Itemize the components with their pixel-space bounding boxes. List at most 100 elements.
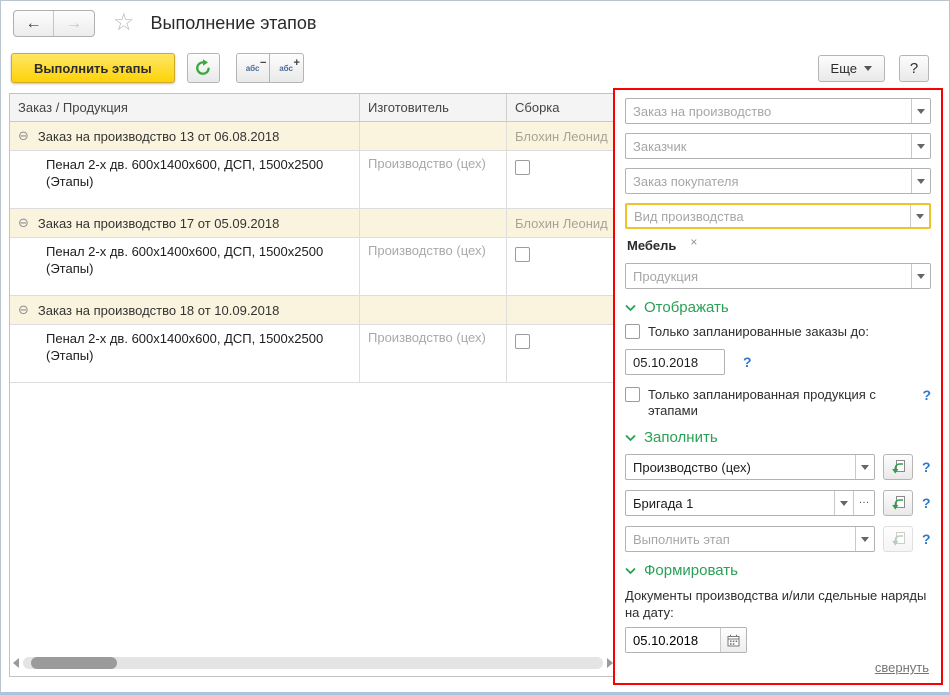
execute-stages-button[interactable]: Выполнить этапы [11,53,175,83]
assembler-name: Блохин Леонид [515,215,608,231]
only-planned-products-label: Только запланированная продукция с этапа… [648,387,876,418]
help-button[interactable]: ? [899,54,929,82]
fill-brigade-button[interactable] [883,490,913,516]
stage-input[interactable] [626,527,855,551]
manufacturer-field [625,454,875,480]
planned-orders-date-input[interactable] [626,350,724,374]
chevron-down-icon [625,304,636,311]
production-type-field [625,203,931,229]
back-icon: ← [25,14,42,32]
table-row-product-1[interactable]: Пенал 2-х дв. 600х1400х600, ДСП, 1500х25… [10,151,618,209]
dropdown-button[interactable] [911,99,930,123]
forward-button[interactable]: → [54,11,94,36]
manufacturer-input[interactable] [626,455,855,479]
help-link[interactable]: ? [922,459,931,475]
fill-manufacturer-row: ? [625,454,931,480]
product-filter-input[interactable] [626,264,911,288]
table-row-group-3[interactable]: ⊖ Заказ на производство 18 от 10.09.2018 [10,296,618,325]
more-button[interactable]: Еще [817,54,885,82]
help-link[interactable]: ? [922,531,931,547]
choose-button[interactable]: … [853,491,874,515]
expand-groups-button[interactable]: абс + [269,53,304,83]
assembly-checkbox[interactable] [515,247,530,262]
chevron-down-icon [861,464,869,470]
table-row-group-1[interactable]: ⊖ Заказ на производство 13 от 06.08.2018 … [10,122,618,151]
orders-table: Заказ / Продукция Изготовитель Сборка ⊖ З… [9,93,619,677]
only-planned-orders-checkbox[interactable] [625,324,640,339]
remove-tag-icon[interactable]: × [690,235,697,249]
scroll-left-icon[interactable] [13,657,19,668]
brigade-field: … [625,490,875,516]
assembly-checkbox[interactable] [515,334,530,349]
column-header-order-product[interactable]: Заказ / Продукция [10,94,360,121]
manufacturer-name: Производство (цех) [368,243,486,258]
fill-brigade-row: … ? [625,490,931,516]
order-label: Заказ на производство 18 от 10.09.2018 [37,302,280,318]
chevron-down-icon [916,213,924,219]
only-planned-orders-row: Только запланированные заказы до: [625,324,931,340]
help-link[interactable]: ? [922,387,931,403]
manufacturer-name: Производство (цех) [368,156,486,171]
only-planned-orders-label: Только запланированные заказы до: [648,324,869,339]
collapse-row-icon[interactable]: ⊖ [18,302,29,318]
fill-icon [892,496,905,510]
column-header-manufacturer[interactable]: Изготовитель [360,94,507,121]
assembly-checkbox[interactable] [515,160,530,175]
table-row-product-3[interactable]: Пенал 2-х дв. 600х1400х600, ДСП, 1500х25… [10,325,618,383]
dropdown-button[interactable] [910,205,929,227]
chevron-down-icon [917,178,925,184]
customer-order-filter-input[interactable] [626,169,911,193]
chevron-down-icon [917,273,925,279]
only-planned-products-checkbox[interactable] [625,387,640,402]
product-name: Пенал 2-х дв. 600х1400х600, ДСП, 1500х25… [10,238,360,295]
column-header-assembly[interactable]: Сборка [507,94,618,121]
collapse-groups-button[interactable]: абс − [235,53,270,83]
help-link[interactable]: ? [922,495,931,511]
table-row-group-2[interactable]: ⊖ Заказ на производство 17 от 05.09.2018 … [10,209,618,238]
tag-label: Мебель [627,238,677,253]
fill-icon [892,460,905,474]
scrollbar-thumb[interactable] [31,656,117,669]
fill-stage-row: ? [625,526,931,552]
section-fill[interactable]: Заполнить [625,429,931,446]
calendar-button[interactable] [720,628,746,652]
table-header: Заказ / Продукция Изготовитель Сборка [10,94,618,122]
table-row-product-2[interactable]: Пенал 2-х дв. 600х1400х600, ДСП, 1500х25… [10,238,618,296]
section-display[interactable]: Отображать [625,299,931,316]
chevron-down-icon [917,143,925,149]
favorite-star-icon[interactable]: ☆ [113,11,135,35]
section-form[interactable]: Формировать [625,562,931,579]
form-date-input[interactable] [626,628,720,652]
production-type-input[interactable] [627,205,910,227]
settings-panel: Мебель × Отображать Только запланированн… [613,88,943,685]
dropdown-button[interactable] [911,169,930,193]
scrollbar-track[interactable] [23,656,603,669]
order-filter-field [625,98,931,124]
fill-manufacturer-button[interactable] [883,454,913,480]
order-label: Заказ на производство 17 от 05.09.2018 [37,215,280,231]
horizontal-scrollbar[interactable] [13,656,613,669]
back-button[interactable]: ← [14,10,54,36]
fill-icon [892,532,905,546]
dropdown-button[interactable] [834,491,853,515]
customer-filter-input[interactable] [626,134,911,158]
dropdown-button[interactable] [855,527,874,551]
toolbar: Выполнить этапы абс − абс + Еще ? [1,49,949,87]
forward-icon: → [66,14,82,32]
collapse-row-icon[interactable]: ⊖ [18,128,29,144]
brigade-input[interactable] [626,491,834,515]
expand-groups-icon: абс + [279,56,300,73]
dropdown-button[interactable] [855,455,874,479]
collapse-panel-link[interactable]: свернуть [875,660,929,675]
customer-filter-field [625,133,931,159]
refresh-button[interactable] [186,53,220,83]
fill-stage-button-disabled [883,526,913,552]
dropdown-button[interactable] [911,134,930,158]
help-link[interactable]: ? [743,354,752,370]
refresh-icon [196,59,210,75]
group-toggle-buttons: абс − абс + [235,53,304,83]
chevron-down-icon [861,536,869,542]
order-filter-input[interactable] [626,99,911,123]
collapse-row-icon[interactable]: ⊖ [18,215,29,231]
dropdown-button[interactable] [911,264,930,288]
